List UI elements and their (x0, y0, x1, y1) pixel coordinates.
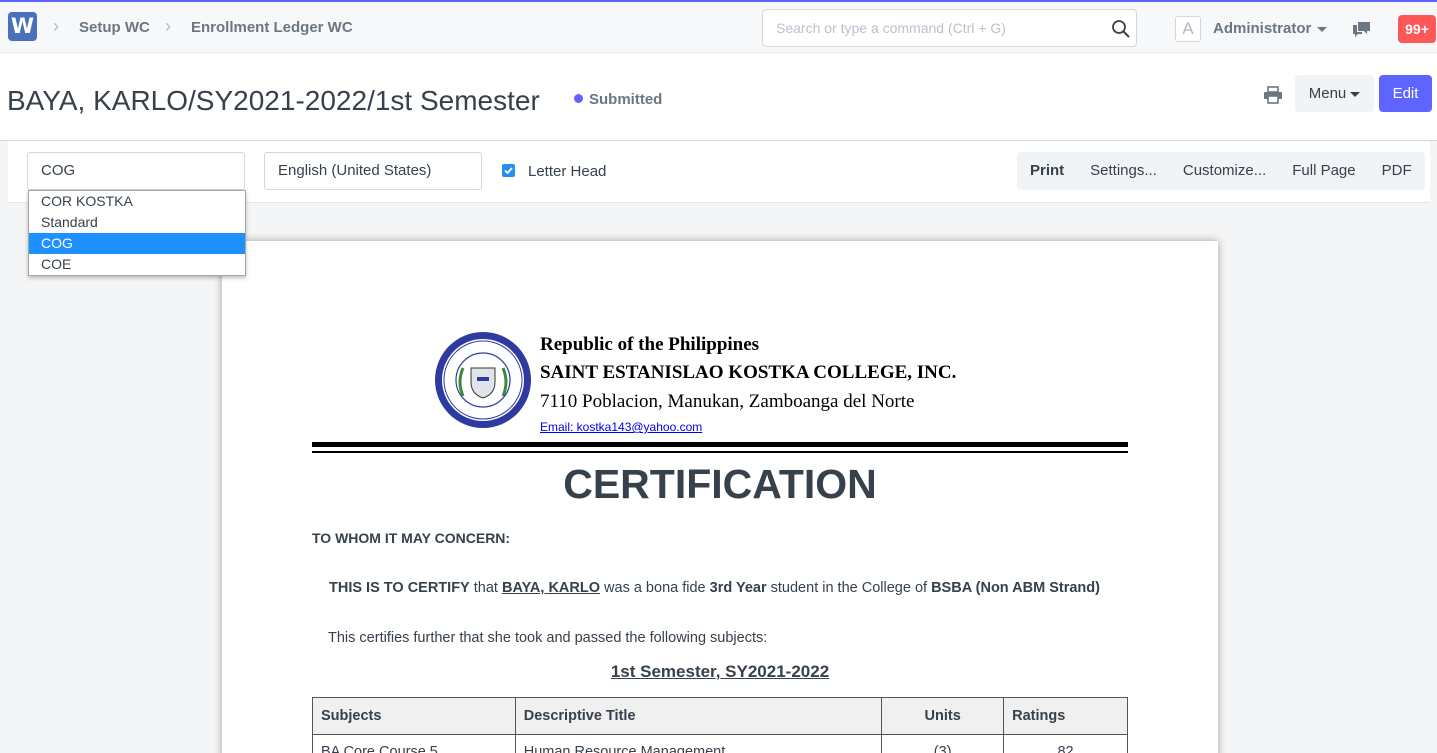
menu-button-label: Menu (1308, 85, 1347, 102)
certify-statement: THIS IS TO CERTIFY that BAYA, KARLO was … (329, 580, 1100, 596)
further-statement: This certifies further that she took and… (328, 630, 768, 646)
search-input[interactable] (763, 10, 1093, 46)
table-row: BA Core Course 5 Human Resource Manageme… (312, 734, 1128, 753)
chevron-right-icon: › (165, 16, 171, 36)
divider-thin (312, 451, 1128, 453)
page-title: BAYA, KARLO/SY2021-2022/1st Semester (7, 85, 540, 116)
cell-subject: BA Core Course 5 (312, 734, 516, 753)
caret-down-icon (1317, 26, 1328, 32)
full-page-button[interactable]: Full Page (1279, 152, 1368, 190)
cell-rating: 82 (1003, 734, 1128, 753)
status-dot-icon (574, 94, 583, 103)
chevron-right-icon: › (53, 16, 59, 36)
letterhead-line-republic: Republic of the Philippines (540, 334, 760, 355)
user-name-label: Administrator (1213, 20, 1312, 37)
semester-heading: 1st Semester, SY2021-2022 (610, 662, 830, 681)
dropdown-option[interactable]: COR KOSTKA (29, 191, 245, 212)
letter-head-checkbox[interactable] (502, 164, 515, 177)
caret-down-icon (1350, 91, 1361, 97)
document-sheet: Republic of the Philippines SAINT ESTANI… (222, 241, 1218, 753)
status-label: Submitted (589, 91, 663, 108)
column-header-ratings: Ratings (1003, 697, 1128, 735)
dropdown-option[interactable]: COE (29, 254, 245, 275)
table-header-row: Subjects Descriptive Title Units Ratings (312, 697, 1128, 735)
print-format-select[interactable]: COG (27, 152, 245, 190)
print-button[interactable]: Print (1017, 152, 1077, 190)
college-seal-icon (435, 332, 531, 428)
avatar[interactable]: A (1175, 16, 1201, 42)
printer-icon[interactable] (1263, 86, 1283, 104)
certify-text: that (469, 580, 502, 596)
letterhead-address: 7110 Poblacion, Manukan, Zamboanga del N… (540, 391, 915, 412)
column-header-subjects: Subjects (312, 697, 516, 735)
top-navbar: W › Setup WC › Enrollment Ledger WC A Ad… (0, 0, 1437, 53)
salutation: TO WHOM IT MAY CONCERN: (312, 530, 511, 546)
column-header-descriptive-title: Descriptive Title (514, 697, 883, 735)
search-icon[interactable] (1111, 19, 1131, 39)
column-header-units: Units (881, 697, 1005, 735)
dropdown-option[interactable]: Standard (29, 212, 245, 233)
print-format-dropdown: COR KOSTKA Standard COG COE (28, 190, 246, 276)
page-header: BAYA, KARLO/SY2021-2022/1st Semester Sub… (0, 53, 1437, 141)
menu-button[interactable]: Menu (1295, 75, 1374, 112)
certify-text: was a bona fide (600, 580, 710, 596)
certify-lead: THIS IS TO CERTIFY (329, 580, 470, 596)
user-menu[interactable]: Administrator (1213, 20, 1328, 37)
notifications-badge[interactable]: 99+ (1398, 15, 1436, 43)
print-actions: Print Settings... Customize... Full Page… (1017, 152, 1425, 190)
program-name: BSBA (Non ABM Strand) (931, 580, 1100, 596)
divider-thick (312, 442, 1128, 447)
breadcrumb-enrollment-ledger[interactable]: Enrollment Ledger WC (191, 19, 353, 36)
app-logo[interactable]: W (8, 12, 37, 41)
year-level: 3rd Year (709, 580, 767, 596)
pdf-button[interactable]: PDF (1369, 152, 1425, 190)
customize-button[interactable]: Customize... (1170, 152, 1279, 190)
breadcrumb-setup-wc[interactable]: Setup WC (79, 19, 150, 36)
settings-button[interactable]: Settings... (1077, 152, 1170, 190)
edit-button[interactable]: Edit (1379, 75, 1432, 112)
language-select[interactable]: English (United States) (264, 152, 482, 190)
status-indicator: Submitted (574, 91, 662, 108)
letterhead-college-name: SAINT ESTANISLAO KOSTKA COLLEGE, INC. (540, 362, 957, 383)
search-box (762, 9, 1137, 47)
letterhead-email-link[interactable]: Email: kostka143@yahoo.com (540, 420, 702, 434)
chat-icon[interactable] (1352, 20, 1372, 38)
grades-table: Subjects Descriptive Title Units Ratings… (312, 697, 1128, 753)
cell-units: (3) (881, 734, 1005, 753)
letter-head-label[interactable]: Letter Head (528, 163, 606, 180)
dropdown-option-selected[interactable]: COG (29, 233, 245, 254)
certify-text: student in the College of (766, 580, 932, 596)
student-name: BAYA, KARLO (501, 580, 600, 596)
cell-descriptive-title: Human Resource Management (514, 734, 883, 753)
checkmark-icon (504, 167, 513, 175)
certificate-title: CERTIFICATION (563, 461, 877, 507)
